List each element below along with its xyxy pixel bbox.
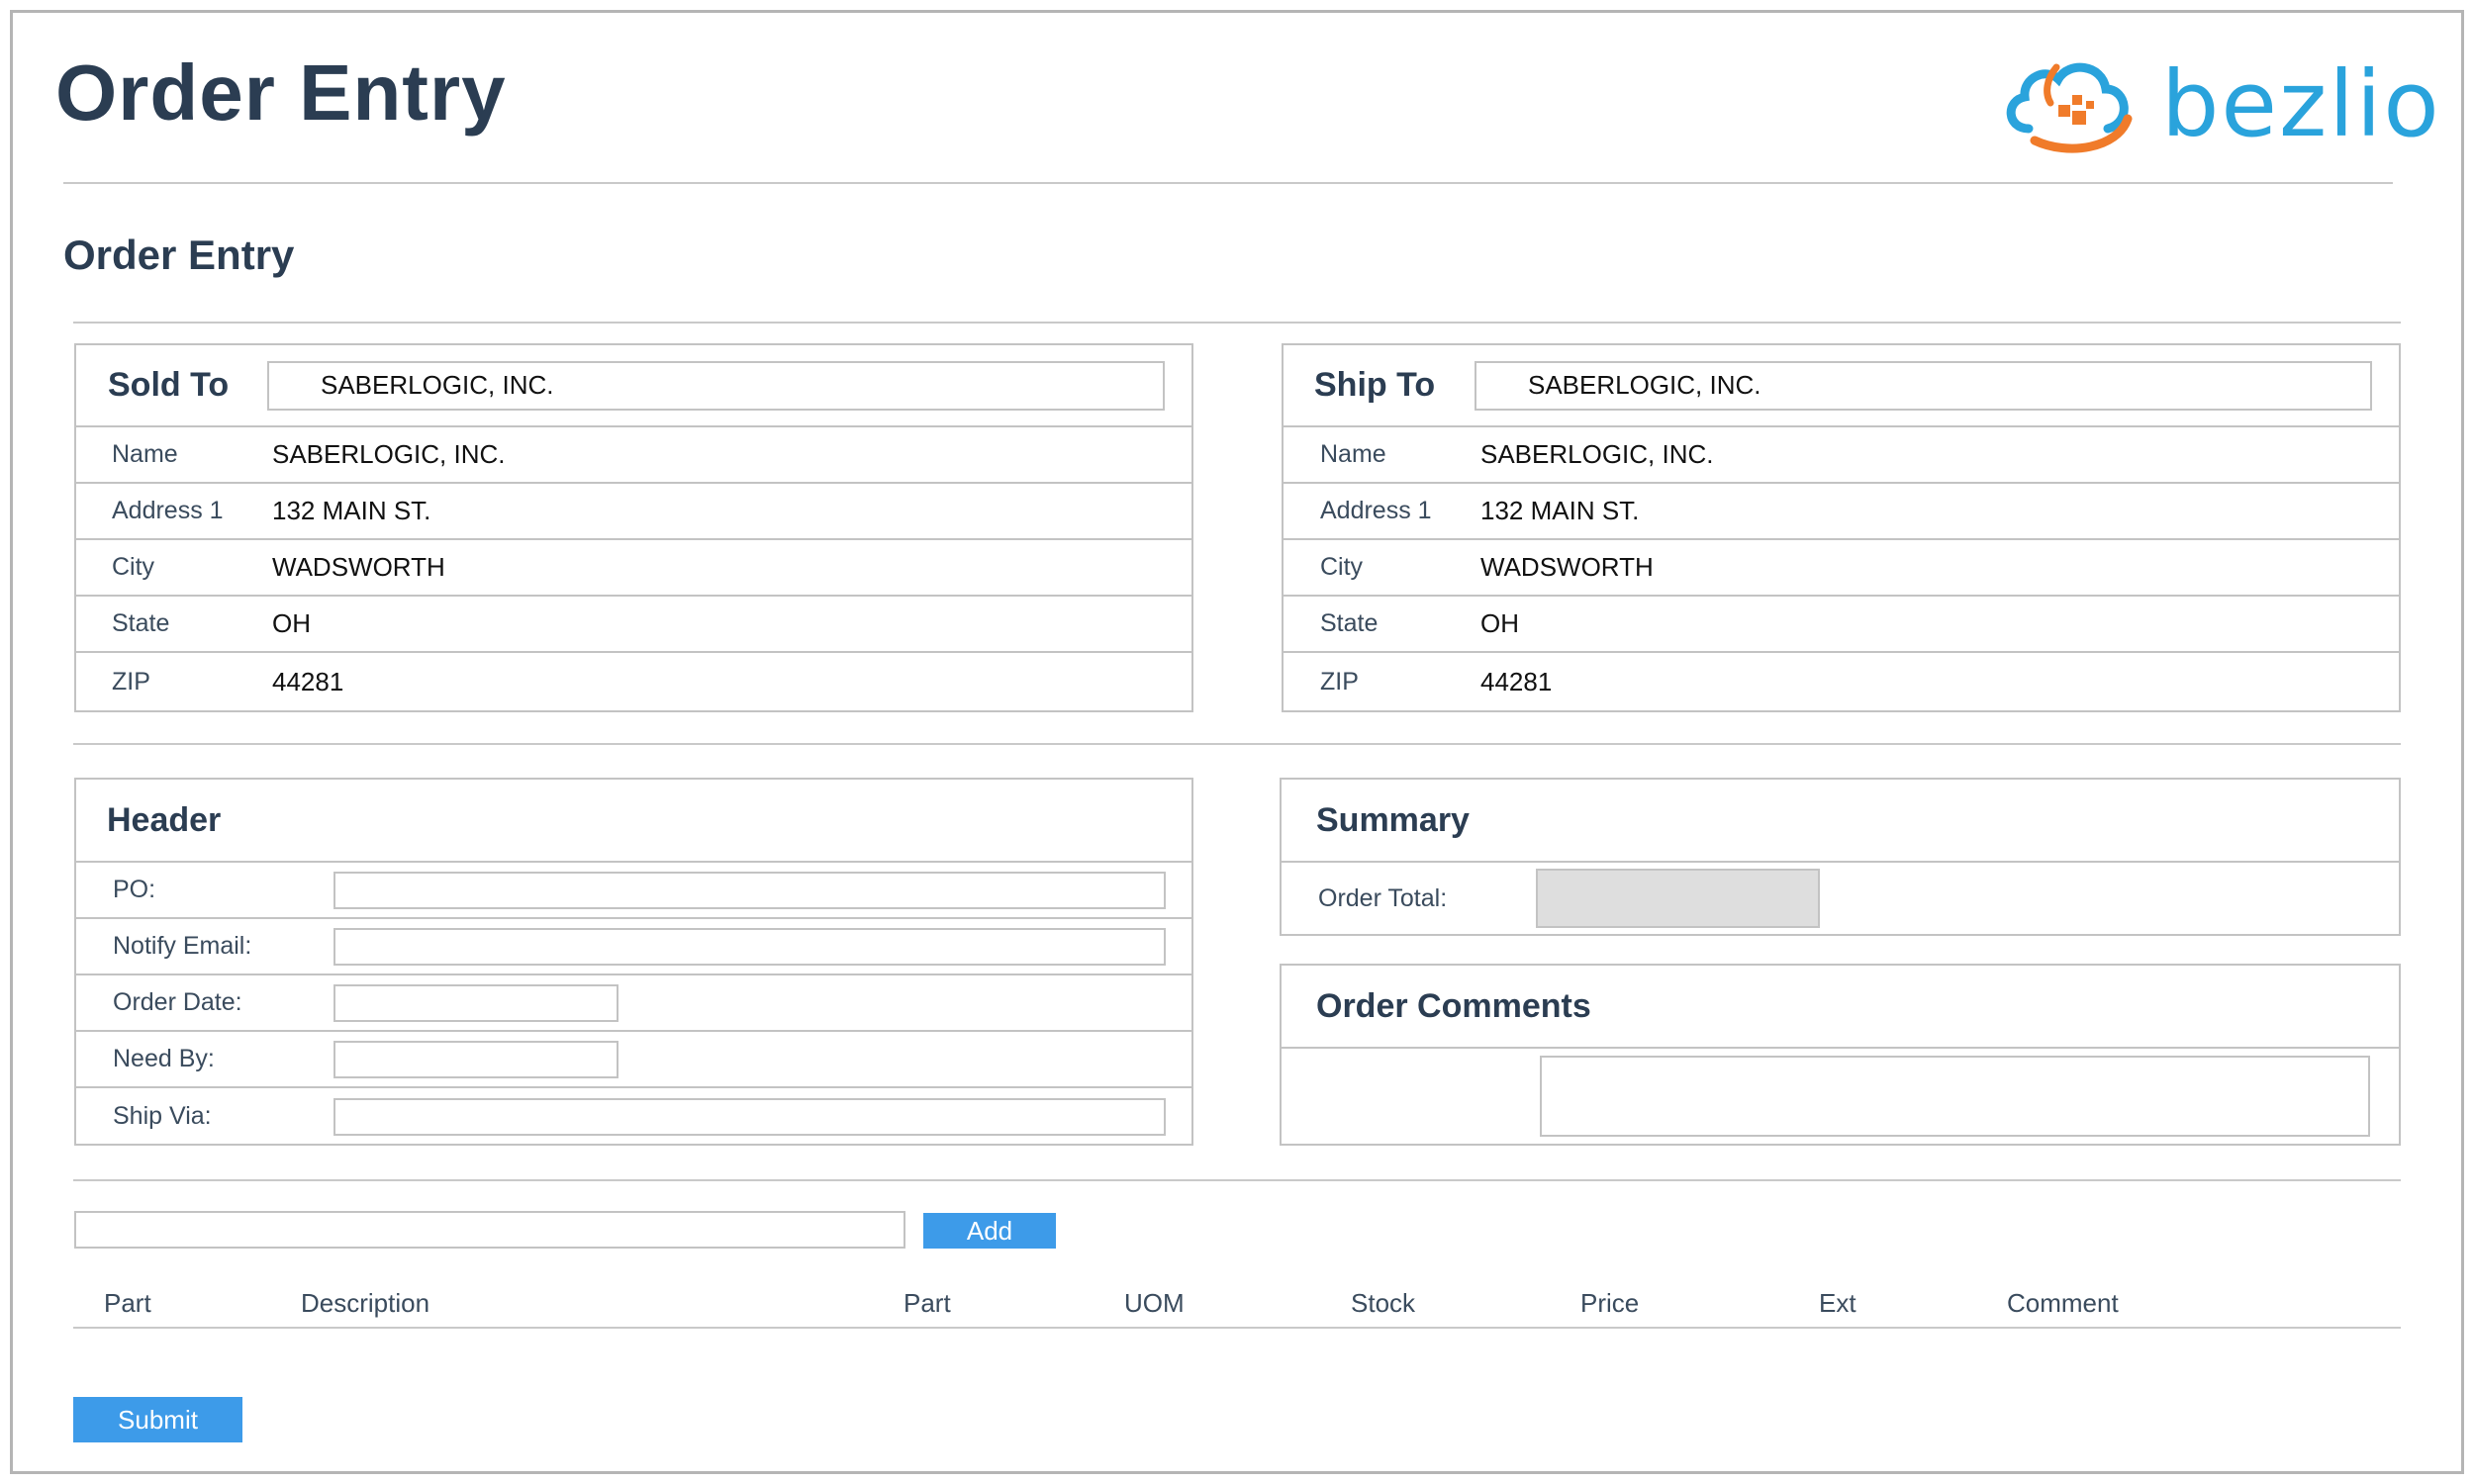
ship-to-row-zip: ZIP 44281 xyxy=(1284,653,2399,710)
sold-to-panel: Sold To SABERLOGIC, INC. Name SABERLOGIC… xyxy=(74,343,1193,712)
header-title: Header xyxy=(107,800,222,839)
comments-area-row xyxy=(1282,1049,2399,1144)
cloud-logo-icon xyxy=(2006,62,2133,153)
lower-divider xyxy=(73,1179,2401,1181)
top-divider xyxy=(63,182,2393,184)
field-value: 132 MAIN ST. xyxy=(1480,496,1640,525)
field-label: State xyxy=(112,609,170,637)
page-title: Order Entry xyxy=(63,232,295,278)
summary-panel: Summary Order Total: xyxy=(1280,778,2401,936)
field-value: OH xyxy=(1480,608,1519,638)
app-title: Order Entry xyxy=(55,48,507,137)
logo-wordmark: bezlio xyxy=(2161,50,2441,157)
column-description[interactable]: Description xyxy=(301,1288,429,1319)
field-label: Address 1 xyxy=(1320,497,1432,524)
field-label: Address 1 xyxy=(112,497,224,524)
order-comments-panel: Order Comments xyxy=(1280,964,2401,1146)
header-row-po: PO: xyxy=(76,863,1191,919)
header-row-order-date: Order Date: xyxy=(76,975,1191,1032)
field-value: OH xyxy=(272,608,311,638)
sold-to-customer-select[interactable]: SABERLOGIC, INC. xyxy=(267,360,1165,411)
field-label: ZIP xyxy=(1320,667,1359,696)
sold-to-row-zip: ZIP 44281 xyxy=(76,653,1191,710)
column-part-2[interactable]: Part xyxy=(904,1288,951,1319)
sold-to-row-city: City WADSWORTH xyxy=(76,540,1191,597)
ship-to-row-address: Address 1 132 MAIN ST. xyxy=(1284,484,2399,540)
field-label: Ship Via: xyxy=(113,1102,212,1130)
field-label: ZIP xyxy=(112,667,150,696)
field-value: 132 MAIN ST. xyxy=(272,496,431,525)
header-row-notify-email: Notify Email: xyxy=(76,919,1191,975)
po-input[interactable] xyxy=(333,871,1166,909)
field-label: City xyxy=(1320,553,1364,581)
table-header-divider xyxy=(73,1327,2401,1329)
header-row-need-by: Need By: xyxy=(76,1032,1191,1088)
column-ext[interactable]: Ext xyxy=(1819,1288,1856,1319)
sold-to-row-state: State OH xyxy=(76,597,1191,653)
field-value: WADSWORTH xyxy=(272,552,445,582)
sold-to-row-name: Name SABERLOGIC, INC. xyxy=(76,427,1191,484)
column-price[interactable]: Price xyxy=(1580,1288,1639,1319)
ship-to-panel: Ship To SABERLOGIC, INC. Name SABERLOGIC… xyxy=(1282,343,2401,712)
column-comment[interactable]: Comment xyxy=(2007,1288,2119,1319)
order-total-row: Order Total: xyxy=(1282,863,2399,934)
ship-to-customer-select[interactable]: SABERLOGIC, INC. xyxy=(1475,360,2372,411)
summary-title: Summary xyxy=(1316,800,1470,839)
field-label: Need By: xyxy=(113,1045,215,1072)
field-value: SABERLOGIC, INC. xyxy=(1480,439,1714,469)
order-comments-title: Order Comments xyxy=(1316,986,1591,1025)
order-date-input[interactable] xyxy=(333,983,618,1022)
order-comments-textarea[interactable] xyxy=(1540,1056,2370,1137)
field-value: 44281 xyxy=(272,666,344,696)
header-row-ship-via: Ship Via: xyxy=(76,1088,1191,1145)
field-label: PO: xyxy=(113,876,156,903)
need-by-input[interactable] xyxy=(333,1040,618,1078)
field-label: Notify Email: xyxy=(113,932,252,960)
field-value: WADSWORTH xyxy=(1480,552,1654,582)
field-label: Order Date: xyxy=(113,988,242,1016)
middle-divider xyxy=(73,743,2401,745)
field-label: Name xyxy=(112,440,178,468)
field-value: 44281 xyxy=(1480,666,1553,696)
ship-to-selected: SABERLOGIC, INC. xyxy=(1528,370,1761,400)
add-button[interactable]: Add xyxy=(923,1213,1056,1249)
field-label: City xyxy=(112,553,155,581)
ship-via-input[interactable] xyxy=(333,1097,1166,1136)
column-uom[interactable]: UOM xyxy=(1124,1288,1185,1319)
section-divider xyxy=(73,322,2401,324)
sold-to-selected: SABERLOGIC, INC. xyxy=(321,370,554,400)
bezlio-logo: bezlio xyxy=(1999,49,2441,158)
column-part[interactable]: Part xyxy=(104,1288,151,1319)
field-label: State xyxy=(1320,609,1379,637)
ship-to-title: Ship To xyxy=(1314,366,1436,404)
sold-to-row-address: Address 1 132 MAIN ST. xyxy=(76,484,1191,540)
order-total-value xyxy=(1536,869,1820,928)
submit-button[interactable]: Submit xyxy=(73,1397,242,1442)
notify-email-input[interactable] xyxy=(333,927,1166,966)
part-search-input[interactable] xyxy=(74,1211,905,1249)
header-panel: Header PO: Notify Email: Order Date: Nee… xyxy=(74,778,1193,1146)
field-label: Name xyxy=(1320,440,1386,468)
app-frame xyxy=(10,10,2464,1474)
order-total-label: Order Total: xyxy=(1318,883,1448,912)
ship-to-row-state: State OH xyxy=(1284,597,2399,653)
field-value: SABERLOGIC, INC. xyxy=(272,439,506,469)
column-stock[interactable]: Stock xyxy=(1351,1288,1415,1319)
sold-to-title: Sold To xyxy=(108,366,230,404)
ship-to-row-city: City WADSWORTH xyxy=(1284,540,2399,597)
ship-to-row-name: Name SABERLOGIC, INC. xyxy=(1284,427,2399,484)
